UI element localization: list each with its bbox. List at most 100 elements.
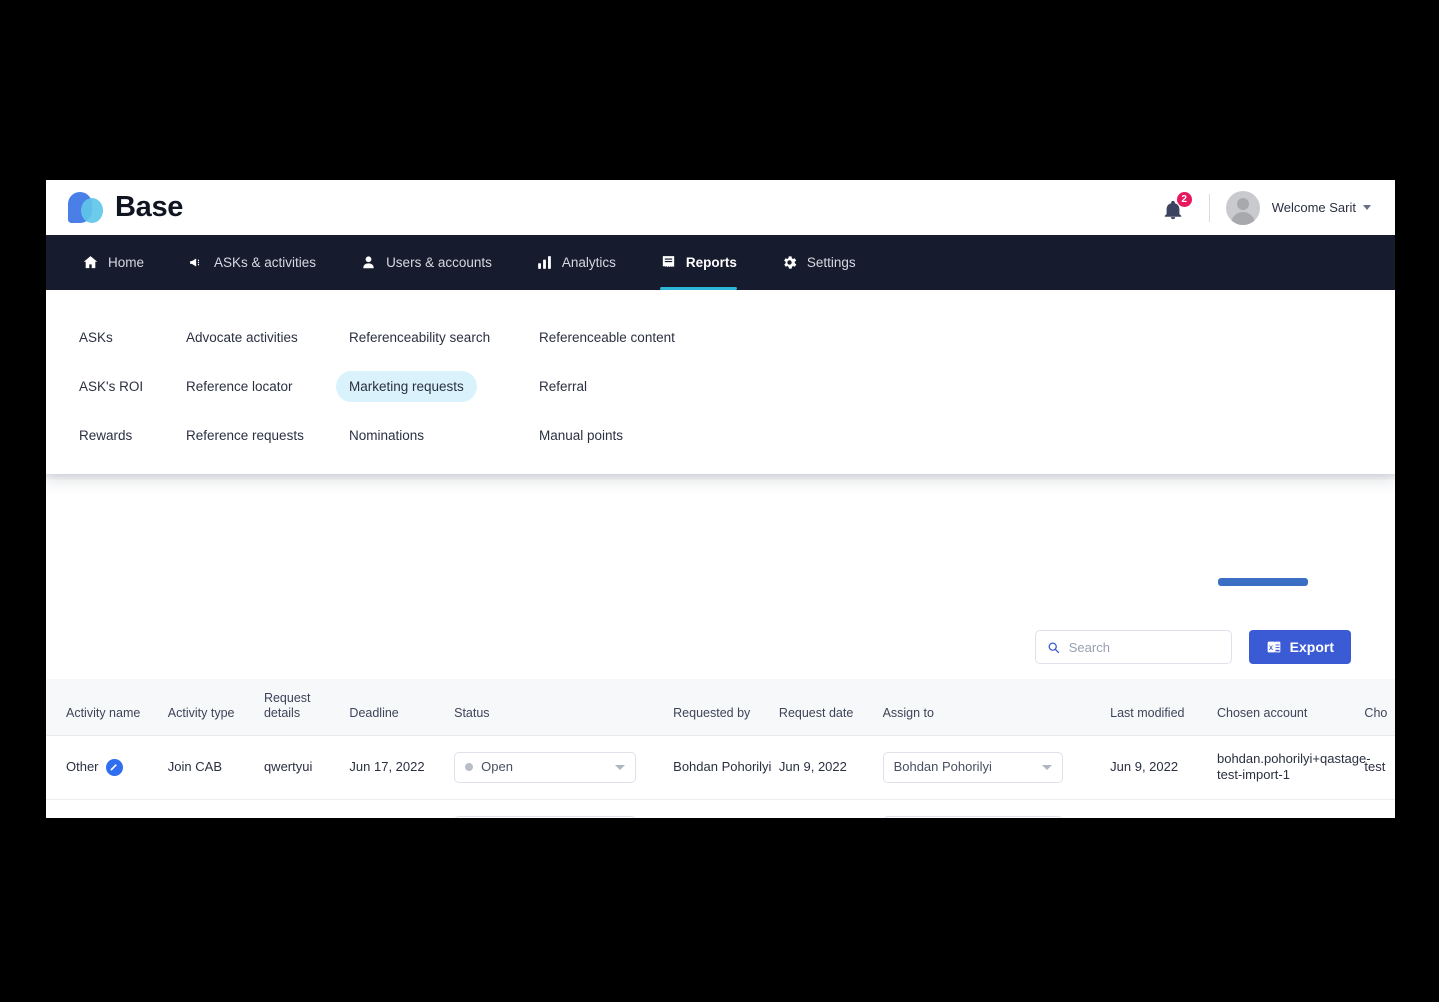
base-logo-icon (68, 190, 106, 226)
dropdown-item-nominations[interactable]: Nominations (336, 420, 437, 451)
brand-logo[interactable]: Base (68, 190, 183, 226)
dropdown-item-advocate-activities[interactable]: Advocate activities (173, 322, 311, 353)
table-row[interactable]: Other Join CAB afsdfd Jun 24, 2022 (46, 799, 1395, 818)
cell-request-date: Jun 8, 2022 (778, 799, 883, 818)
dropdown-item-manual-points[interactable]: Manual points (526, 420, 636, 451)
status-select[interactable]: Open (454, 815, 637, 818)
top-bar-right: 2 Welcome Sarit (1157, 190, 1371, 225)
nav-item-reports[interactable]: Reports (638, 235, 759, 290)
top-bar: Base 2 Welcome Sarit (46, 180, 1395, 235)
nav-label: Reports (685, 255, 737, 270)
obscured-action-button[interactable] (1218, 578, 1308, 586)
main-nav: Home ASKs & activities Users & accounts … (46, 235, 1395, 290)
dropdown-item-reference-requests[interactable]: Reference requests (173, 420, 317, 451)
column-header-activity-type[interactable]: Activity type (167, 679, 264, 736)
app-window: Base 2 Welcome Sarit Home ASKs & activit… (46, 180, 1395, 818)
dropdown-item-asks[interactable]: ASKs (66, 322, 126, 353)
chevron-down-icon (615, 764, 626, 770)
avatar[interactable] (1225, 190, 1260, 225)
dropdown-item-marketing-requests[interactable]: Marketing requests (336, 371, 477, 402)
cell-chosen-contact: AC- (1364, 799, 1395, 818)
cell-last-modified: Jun 8, 2022 (1110, 799, 1217, 818)
report-icon (660, 254, 677, 271)
cell-status: Open (454, 799, 674, 818)
assign-to-select[interactable]: test4 admin4 (882, 815, 1063, 818)
column-header-chosen-account[interactable]: Chosen account (1216, 679, 1365, 736)
dropdown-item-reference-locator[interactable]: Reference locator (173, 371, 306, 402)
reports-dropdown-panel: ASKs Advocate activities Referenceabilit… (46, 290, 1395, 474)
cell-request-details: qwertyui (263, 735, 350, 800)
cell-requested-by: Denys Velko (673, 799, 779, 818)
bar-chart-icon (536, 254, 553, 271)
cell-activity-name: Other (46, 799, 168, 818)
table-row[interactable]: Other Join CAB qwertyui Jun 17, 2022 Ope… (46, 735, 1395, 800)
nav-label: Users & accounts (386, 255, 492, 270)
cell-request-details: afsdfd (263, 799, 350, 818)
cell-request-date: Jun 9, 2022 (778, 735, 883, 800)
dropdown-item-referral[interactable]: Referral (526, 371, 600, 402)
status-select[interactable]: Open (454, 751, 637, 783)
export-label: Export (1289, 639, 1334, 655)
export-button[interactable]: X Export (1248, 630, 1351, 664)
cell-assign-to: test4 admin4 (882, 799, 1111, 818)
cell-deadline: Jun 24, 2022 (349, 799, 455, 818)
marketing-requests-table-wrap[interactable]: Activity name Activity type Request deta… (46, 679, 1395, 818)
cell-chosen-contact: test (1364, 735, 1395, 800)
notifications-button[interactable]: 2 (1157, 190, 1193, 225)
assign-to-value: Bohdan Pohorilyi (893, 758, 992, 774)
home-icon (82, 254, 99, 271)
cell-assign-to: Bohdan Pohorilyi (882, 735, 1111, 800)
table-header-row: Activity name Activity type Request deta… (46, 679, 1395, 736)
status-dot-icon (465, 763, 474, 771)
nav-item-analytics[interactable]: Analytics (514, 235, 638, 290)
excel-icon: X (1267, 641, 1280, 653)
cell-chosen-account: bohdan.pohorilyi+qastage-test-import-1 (1216, 735, 1371, 800)
column-header-assign-to[interactable]: Assign to (882, 679, 1111, 736)
cell-deadline: Jun 17, 2022 (349, 735, 455, 800)
column-header-request-date[interactable]: Request date (778, 679, 883, 736)
assign-to-select[interactable]: Bohdan Pohorilyi (882, 751, 1063, 783)
cell-activity-name: Other (46, 735, 168, 800)
divider (1208, 193, 1210, 222)
panel-shadow (46, 474, 1395, 480)
dropdown-item-rewards[interactable]: Rewards (66, 420, 145, 451)
gear-icon (781, 254, 798, 271)
chevron-down-icon (1363, 205, 1371, 210)
activity-name-text: Other (66, 758, 99, 774)
welcome-label: Welcome Sarit (1271, 200, 1356, 215)
column-header-requested-by[interactable]: Requested by (673, 679, 779, 736)
column-header-chosen-contact[interactable]: Cho (1364, 679, 1395, 736)
nav-item-users-accounts[interactable]: Users & accounts (338, 235, 514, 290)
search-input[interactable] (1068, 639, 1220, 655)
notification-count-badge: 2 (1175, 190, 1193, 208)
cell-activity-type: Join CAB (167, 799, 264, 818)
column-header-last-modified[interactable]: Last modified (1110, 679, 1217, 736)
chevron-down-icon (1041, 764, 1052, 770)
dropdown-item-asks-roi[interactable]: ASK's ROI (66, 371, 156, 402)
reports-dropdown-grid: ASKs Advocate activities Referenceabilit… (46, 290, 1395, 451)
nav-label: ASKs & activities (214, 255, 317, 270)
dropdown-item-referenceability-search[interactable]: Referenceability search (336, 322, 503, 353)
column-header-request-details[interactable]: Request details (263, 679, 350, 736)
table-head: Activity name Activity type Request deta… (46, 679, 1395, 736)
dropdown-item-referenceable-content[interactable]: Referenceable content (526, 322, 688, 353)
nav-label: Analytics (561, 255, 616, 270)
marketing-requests-table: Activity name Activity type Request deta… (46, 679, 1395, 818)
user-menu[interactable]: Welcome Sarit (1272, 200, 1371, 215)
cell-activity-type: Join CAB (167, 735, 264, 800)
column-header-deadline[interactable]: Deadline (349, 679, 455, 736)
search-box[interactable] (1034, 630, 1232, 664)
table-body: Other Join CAB qwertyui Jun 17, 2022 Ope… (46, 735, 1395, 818)
column-header-activity-name[interactable]: Activity name (46, 679, 168, 736)
edit-icon[interactable] (105, 758, 123, 776)
cell-status: Open (454, 735, 674, 800)
megaphone-icon (188, 254, 205, 271)
status-value: Open (481, 758, 513, 774)
search-icon (1048, 641, 1059, 653)
column-header-status[interactable]: Status (454, 679, 674, 736)
cell-last-modified: Jun 9, 2022 (1110, 735, 1217, 800)
nav-item-settings[interactable]: Settings (759, 235, 878, 290)
nav-item-home[interactable]: Home (60, 235, 166, 290)
brand-name: Base (115, 191, 184, 223)
nav-item-asks-activities[interactable]: ASKs & activities (166, 235, 338, 290)
